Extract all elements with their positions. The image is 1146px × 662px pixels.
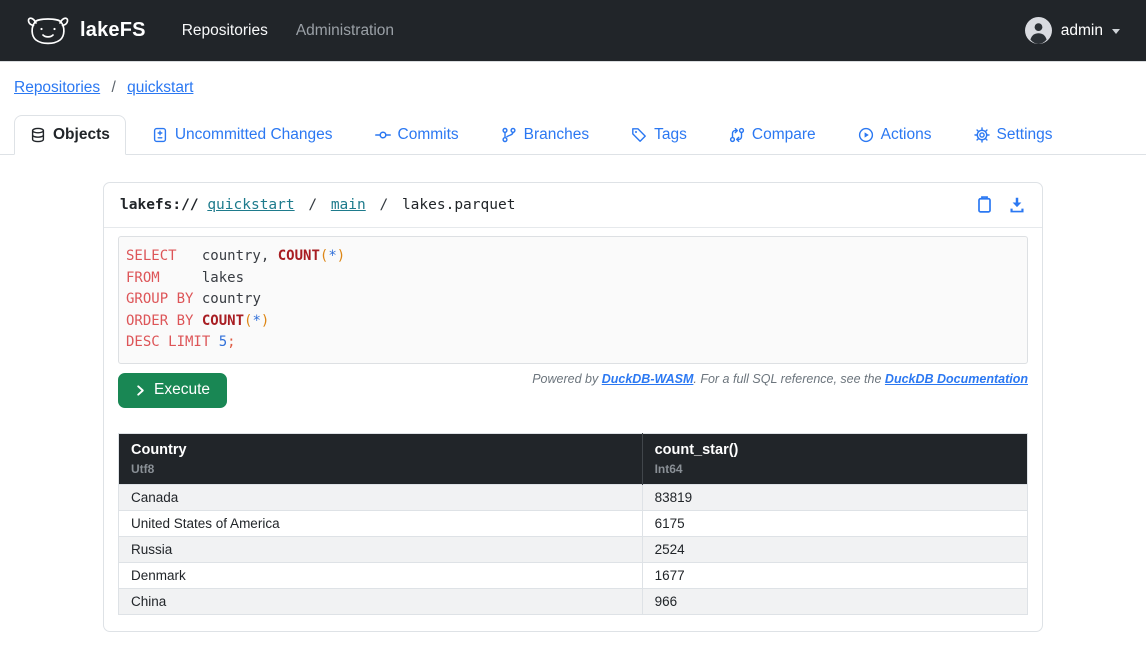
column-header-count: count_star() Int64 bbox=[642, 434, 1027, 485]
path-separator: / bbox=[308, 197, 317, 213]
execute-row: Execute Powered by DuckDB-WASM. For a fu… bbox=[118, 369, 1028, 408]
object-actions bbox=[976, 196, 1026, 214]
powered-by-middle: . For a full SQL reference, see the bbox=[693, 372, 885, 386]
path-repo-link[interactable]: quickstart bbox=[207, 197, 294, 213]
cell-country: Russia bbox=[119, 537, 643, 563]
user-menu[interactable]: admin bbox=[1025, 17, 1120, 44]
object-path-bar: lakefs:// quickstart / main / lakes.parq… bbox=[104, 183, 1042, 228]
tab-settings[interactable]: Settings bbox=[958, 115, 1069, 155]
results-header: Country Utf8 count_star() Int64 bbox=[119, 434, 1028, 485]
tab-compare[interactable]: Compare bbox=[713, 115, 832, 155]
download-button[interactable] bbox=[1008, 196, 1026, 214]
cell-country: United States of America bbox=[119, 511, 643, 537]
top-navbar: lakeFS Repositories Administration admin bbox=[0, 0, 1146, 62]
table-row: China 966 bbox=[119, 589, 1028, 615]
path-scheme: lakefs:// bbox=[120, 197, 199, 213]
column-type: Int64 bbox=[655, 462, 1015, 476]
cell-country: Canada bbox=[119, 485, 643, 511]
object-viewer-card: lakefs:// quickstart / main / lakes.parq… bbox=[103, 182, 1043, 632]
powered-by-prefix: Powered by bbox=[532, 372, 601, 386]
breadcrumb-repositories-link[interactable]: Repositories bbox=[14, 79, 100, 96]
tab-branches[interactable]: Branches bbox=[485, 115, 605, 155]
column-header-country: Country Utf8 bbox=[119, 434, 643, 485]
tab-label: Actions bbox=[881, 126, 932, 144]
tab-label: Commits bbox=[398, 126, 459, 144]
duckdb-wasm-link[interactable]: DuckDB-WASM bbox=[602, 372, 694, 386]
cell-count: 6175 bbox=[642, 511, 1027, 537]
nav-item-administration[interactable]: Administration bbox=[296, 22, 394, 40]
breadcrumb-repo-link[interactable]: quickstart bbox=[127, 79, 193, 96]
cell-country: Denmark bbox=[119, 563, 643, 589]
powered-by-note: Powered by DuckDB-WASM. For a full SQL r… bbox=[532, 372, 1028, 386]
lakefs-logo-icon bbox=[26, 14, 70, 48]
duckdb-docs-link[interactable]: DuckDB Documentation bbox=[885, 372, 1028, 386]
breadcrumb: Repositories / quickstart bbox=[14, 79, 1146, 97]
cell-count: 2524 bbox=[642, 537, 1027, 563]
tab-label: Tags bbox=[654, 126, 687, 144]
file-diff-icon bbox=[152, 127, 168, 143]
cell-count: 83819 bbox=[642, 485, 1027, 511]
object-path: lakefs:// quickstart / main / lakes.parq… bbox=[120, 197, 515, 213]
cell-count: 1677 bbox=[642, 563, 1027, 589]
commit-icon bbox=[375, 127, 391, 143]
gear-icon bbox=[974, 127, 990, 143]
tag-icon bbox=[631, 127, 647, 143]
brand-title: lakeFS bbox=[80, 19, 146, 42]
path-branch-link[interactable]: main bbox=[331, 197, 366, 213]
play-circle-icon bbox=[858, 127, 874, 143]
table-row: United States of America 6175 bbox=[119, 511, 1028, 537]
repo-tab-bar: Objects Uncommitted Changes Commits bbox=[0, 115, 1146, 155]
tab-objects[interactable]: Objects bbox=[14, 115, 126, 155]
tab-label: Branches bbox=[524, 126, 589, 144]
copy-uri-button[interactable] bbox=[976, 196, 993, 214]
database-icon bbox=[30, 127, 46, 143]
table-row: Denmark 1677 bbox=[119, 563, 1028, 589]
execute-button[interactable]: Execute bbox=[118, 373, 227, 408]
path-separator: / bbox=[379, 197, 388, 213]
tab-commits[interactable]: Commits bbox=[359, 115, 475, 155]
tab-label: Compare bbox=[752, 126, 816, 144]
table-row: Canada 83819 bbox=[119, 485, 1028, 511]
query-results-table: Country Utf8 count_star() Int64 Canada 8… bbox=[118, 433, 1028, 615]
cell-country: China bbox=[119, 589, 643, 615]
column-name: count_star() bbox=[655, 442, 1015, 458]
cell-count: 966 bbox=[642, 589, 1027, 615]
caret-down-icon bbox=[1112, 29, 1120, 34]
column-type: Utf8 bbox=[131, 462, 630, 476]
tab-label: Settings bbox=[997, 126, 1053, 144]
user-name-label: admin bbox=[1061, 22, 1103, 40]
compare-icon bbox=[729, 127, 745, 143]
main-nav: Repositories Administration bbox=[182, 22, 394, 40]
chevron-right-icon bbox=[135, 384, 146, 397]
path-file-name: lakes.parquet bbox=[402, 197, 516, 213]
table-row: Russia 2524 bbox=[119, 537, 1028, 563]
branch-icon bbox=[501, 127, 517, 143]
download-icon bbox=[1008, 196, 1026, 214]
sql-editor[interactable]: SELECT country, COUNT(*)FROM lakesGROUP … bbox=[118, 236, 1028, 364]
tab-uncommitted-changes[interactable]: Uncommitted Changes bbox=[136, 115, 349, 155]
tab-label: Objects bbox=[53, 126, 110, 144]
execute-label: Execute bbox=[154, 381, 210, 399]
nav-item-repositories[interactable]: Repositories bbox=[182, 22, 268, 40]
brand-home-link[interactable]: lakeFS bbox=[26, 14, 146, 48]
column-name: Country bbox=[131, 442, 630, 458]
object-viewer-body: SELECT country, COUNT(*)FROM lakesGROUP … bbox=[104, 228, 1042, 631]
breadcrumb-separator: / bbox=[111, 79, 115, 96]
person-circle-icon bbox=[1025, 17, 1052, 44]
tab-actions[interactable]: Actions bbox=[842, 115, 948, 155]
clipboard-icon bbox=[976, 196, 993, 214]
tab-tags[interactable]: Tags bbox=[615, 115, 703, 155]
tab-label: Uncommitted Changes bbox=[175, 126, 333, 144]
